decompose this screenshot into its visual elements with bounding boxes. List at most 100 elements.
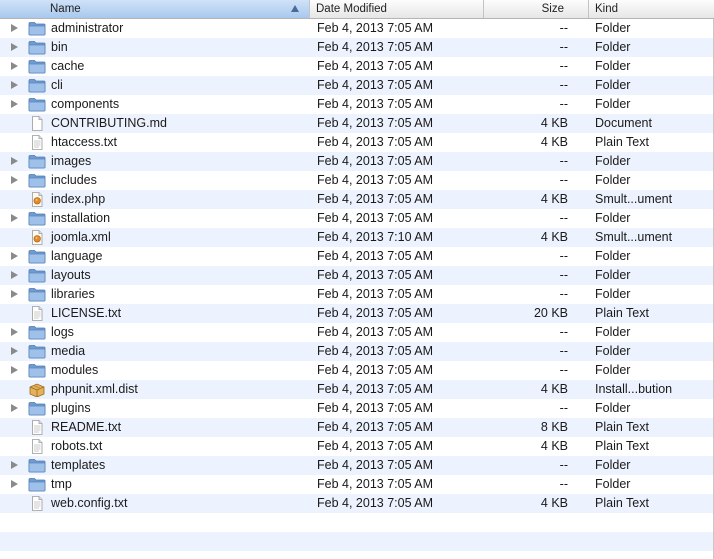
file-row-bin[interactable]: bin Feb 4, 2013 7:05 AM -- Folder [0,38,714,57]
folder-icon [28,97,46,112]
file-kind: Folder [595,78,631,92]
file-date-modified: Feb 4, 2013 7:05 AM [317,401,434,415]
file-name: plugins [51,401,91,415]
disclosure-triangle-icon[interactable] [11,290,18,298]
file-row-phpunit-xml-dist[interactable]: phpunit.xml.dist Feb 4, 2013 7:05 AM 4 KB I… [0,380,714,399]
folder-icon [28,211,46,226]
file-name: media [51,344,86,358]
disclosure-triangle-icon[interactable] [11,347,18,355]
file-date-modified: Feb 4, 2013 7:05 AM [317,477,434,491]
file-kind: Document [595,116,652,130]
file-row-cache[interactable]: cache Feb 4, 2013 7:05 AM -- Folder [0,57,714,76]
file-name: phpunit.xml.dist [51,382,138,396]
disclosure-triangle-icon[interactable] [11,328,18,336]
column-header-date-modified[interactable]: Date Modified [310,0,484,18]
file-row-templates[interactable]: templates Feb 4, 2013 7:05 AM -- Folder [0,456,714,475]
file-name: components [51,97,120,111]
file-row-index-php[interactable]: index.php Feb 4, 2013 7:05 AM 4 KB Smult...… [0,190,714,209]
text-file-icon [28,439,46,454]
file-row-modules[interactable]: modules Feb 4, 2013 7:05 AM -- Folder [0,361,714,380]
file-row-joomla-xml[interactable]: joomla.xml Feb 4, 2013 7:10 AM 4 KB Smult..… [0,228,714,247]
disclosure-triangle-icon[interactable] [11,24,18,32]
file-name: administrator [51,21,124,35]
column-header-size[interactable]: Size [484,0,589,18]
file-row-images[interactable]: images Feb 4, 2013 7:05 AM -- Folder [0,152,714,171]
column-header-kind[interactable]: Kind [589,0,714,18]
file-row-administrator[interactable]: administrator Feb 4, 2013 7:05 AM -- Folder [0,19,714,38]
disclosure-triangle-icon[interactable] [11,271,18,279]
empty-row [0,513,714,532]
file-row-includes[interactable]: includes Feb 4, 2013 7:05 AM -- Folder [0,171,714,190]
file-name: includes [51,173,97,187]
file-row-tmp[interactable]: tmp Feb 4, 2013 7:05 AM -- Folder [0,475,714,494]
file-name: language [51,249,103,263]
file-row-license-txt[interactable]: LICENSE.txt Feb 4, 2013 7:05 AM 20 KB Plain… [0,304,714,323]
file-date-modified: Feb 4, 2013 7:05 AM [317,363,434,377]
file-row-logs[interactable]: logs Feb 4, 2013 7:05 AM -- Folder [0,323,714,342]
file-date-modified: Feb 4, 2013 7:05 AM [317,268,434,282]
disclosure-triangle-icon[interactable] [11,81,18,89]
file-size: 20 KB [533,306,568,320]
file-size: 8 KB [540,420,568,434]
disclosure-triangle-icon[interactable] [11,252,18,260]
file-date-modified: Feb 4, 2013 7:05 AM [317,249,434,263]
file-date-modified: Feb 4, 2013 7:05 AM [317,40,434,54]
file-row-web-config-txt[interactable]: web.config.txt Feb 4, 2013 7:05 AM 4 KB Pla… [0,494,714,513]
file-name: images [51,154,92,168]
disclosure-triangle-icon[interactable] [11,100,18,108]
smultron-document-icon [28,230,46,245]
file-date-modified: Feb 4, 2013 7:05 AM [317,458,434,472]
disclosure-triangle-icon[interactable] [11,480,18,488]
file-name: htaccess.txt [51,135,117,149]
folder-icon [28,344,46,359]
file-row-robots-txt[interactable]: robots.txt Feb 4, 2013 7:05 AM 4 KB Plain T… [0,437,714,456]
folder-icon [28,363,46,378]
file-row-installation[interactable]: installation Feb 4, 2013 7:05 AM -- Folder [0,209,714,228]
file-row-components[interactable]: components Feb 4, 2013 7:05 AM -- Folder [0,95,714,114]
column-header-name[interactable]: Name [0,0,310,18]
file-date-modified: Feb 4, 2013 7:05 AM [317,496,434,510]
file-date-modified: Feb 4, 2013 7:05 AM [317,21,434,35]
disclosure-triangle-icon[interactable] [11,366,18,374]
file-row-cli[interactable]: cli Feb 4, 2013 7:05 AM -- Folder [0,76,714,95]
file-kind: Folder [595,40,631,54]
file-row-media[interactable]: media Feb 4, 2013 7:05 AM -- Folder [0,342,714,361]
file-name: joomla.xml [51,230,111,244]
file-name: libraries [51,287,95,301]
disclosure-triangle-icon[interactable] [11,461,18,469]
disclosure-triangle-icon[interactable] [11,214,18,222]
file-kind: Folder [595,211,631,225]
file-name: installation [51,211,111,225]
document-icon [28,116,46,131]
disclosure-triangle-icon[interactable] [11,43,18,51]
file-kind: Install...bution [595,382,673,396]
file-kind: Folder [595,173,631,187]
folder-icon [28,21,46,36]
file-kind: Plain Text [595,420,649,434]
file-row-readme-txt[interactable]: README.txt Feb 4, 2013 7:05 AM 8 KB Plain T… [0,418,714,437]
file-row-language[interactable]: language Feb 4, 2013 7:05 AM -- Folder [0,247,714,266]
file-date-modified: Feb 4, 2013 7:05 AM [317,420,434,434]
file-kind: Plain Text [595,306,649,320]
file-row-plugins[interactable]: plugins Feb 4, 2013 7:05 AM -- Folder [0,399,714,418]
folder-icon [28,325,46,340]
disclosure-triangle-icon[interactable] [11,176,18,184]
file-date-modified: Feb 4, 2013 7:05 AM [317,344,434,358]
file-row-libraries[interactable]: libraries Feb 4, 2013 7:05 AM -- Folder [0,285,714,304]
disclosure-triangle-icon[interactable] [11,157,18,165]
file-name: cache [51,59,85,73]
file-size: -- [559,173,568,187]
file-name: LICENSE.txt [51,306,122,320]
file-row-contributing-md[interactable]: CONTRIBUTING.md Feb 4, 2013 7:05 AM 4 KB Do… [0,114,714,133]
file-kind: Smult...ument [595,230,673,244]
disclosure-triangle-icon[interactable] [11,404,18,412]
file-row-layouts[interactable]: layouts Feb 4, 2013 7:05 AM -- Folder [0,266,714,285]
file-row-htaccess-txt[interactable]: htaccess.txt Feb 4, 2013 7:05 AM 4 KB Plain… [0,133,714,152]
file-date-modified: Feb 4, 2013 7:05 AM [317,78,434,92]
file-name: modules [51,363,99,377]
disclosure-triangle-icon[interactable] [11,62,18,70]
file-size: -- [559,21,568,35]
file-date-modified: Feb 4, 2013 7:10 AM [317,230,434,244]
file-kind: Folder [595,268,631,282]
column-header-size-label: Size [541,3,564,15]
